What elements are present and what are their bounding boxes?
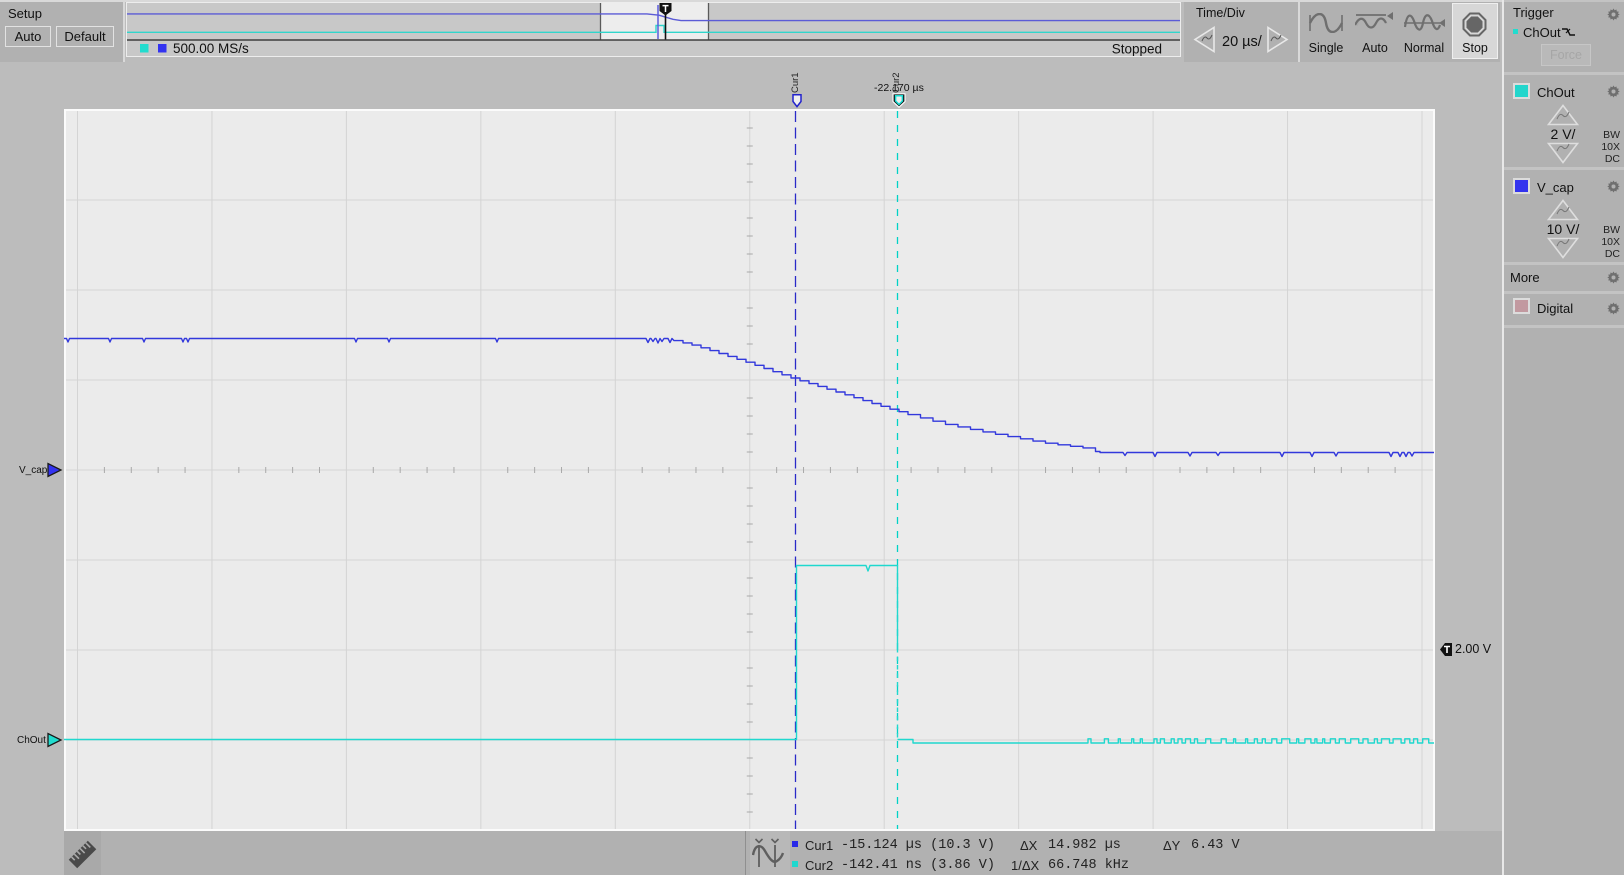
svg-text:Stopped: Stopped bbox=[1112, 42, 1162, 57]
svg-text:500.00 MS/s: 500.00 MS/s bbox=[173, 41, 249, 56]
